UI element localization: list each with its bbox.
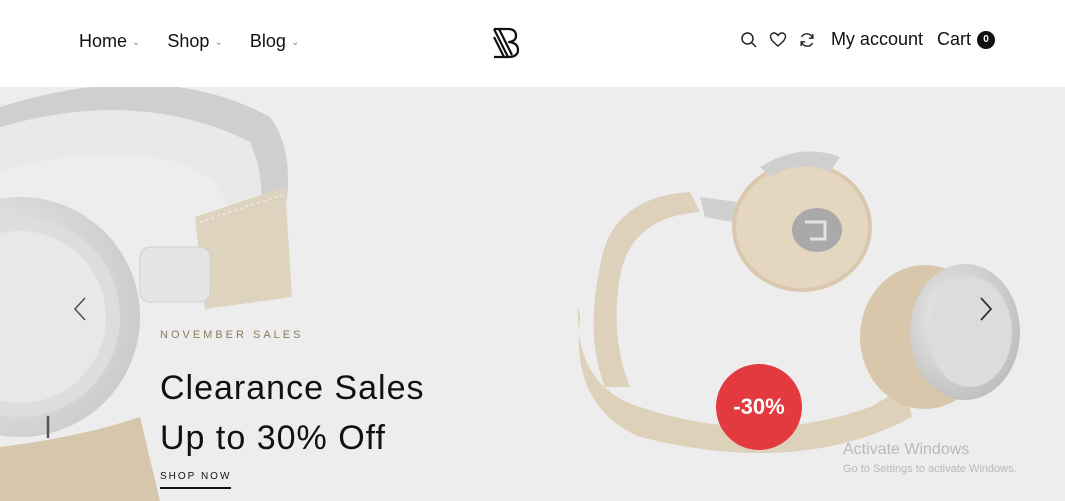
cart-count-badge: 0 xyxy=(977,30,995,49)
hero-slider: NOVEMBER SALES Clearance Sales Up to 30%… xyxy=(0,87,1065,501)
watermark-subtitle: Go to Settings to activate Windows. xyxy=(843,463,1017,475)
nav-item-home[interactable]: Home ⌄ xyxy=(79,31,140,52)
refresh-icon[interactable] xyxy=(797,30,817,50)
discount-badge: -30% xyxy=(716,364,802,450)
nav-item-label: Blog xyxy=(249,31,286,51)
hero-eyebrow: NOVEMBER SALES xyxy=(160,329,304,341)
brand-b-logo-icon[interactable] xyxy=(490,25,522,61)
chevron-down-icon: ⌄ xyxy=(290,37,300,48)
chevron-left-icon[interactable] xyxy=(65,289,95,329)
nav-item-label: Home xyxy=(79,31,128,51)
chevron-down-icon: ⌄ xyxy=(214,37,223,48)
hero-title: Clearance Sales Up to 30% Off xyxy=(160,363,480,463)
heart-icon[interactable] xyxy=(768,30,788,50)
windows-activation-watermark: Activate Windows Go to Settings to activ… xyxy=(843,441,1017,475)
main-nav: Home ⌄ Shop ⌄ Blog ⌄ xyxy=(79,31,326,52)
site-header: Home ⌄ Shop ⌄ Blog ⌄ My account Cart 0 xyxy=(0,0,1065,87)
header-actions: My account Cart 0 xyxy=(730,29,995,50)
chevron-down-icon: ⌄ xyxy=(132,37,141,48)
cart-label: Cart xyxy=(936,29,971,49)
hero-title-line-1: Clearance Sales xyxy=(160,369,425,407)
cart-button[interactable]: Cart 0 xyxy=(937,29,995,50)
my-account-link[interactable]: My account xyxy=(831,29,923,50)
nav-item-label: Shop xyxy=(167,31,210,51)
shop-now-button[interactable]: SHOP NOW xyxy=(160,471,232,489)
search-icon[interactable] xyxy=(739,30,759,50)
nav-item-blog[interactable]: Blog ⌄ xyxy=(250,31,299,52)
hero-title-line-2: Up to 30% Off xyxy=(160,419,386,457)
nav-item-shop[interactable]: Shop ⌄ xyxy=(167,31,222,52)
watermark-title: Activate Windows xyxy=(843,441,970,458)
chevron-right-icon[interactable] xyxy=(971,289,1001,329)
